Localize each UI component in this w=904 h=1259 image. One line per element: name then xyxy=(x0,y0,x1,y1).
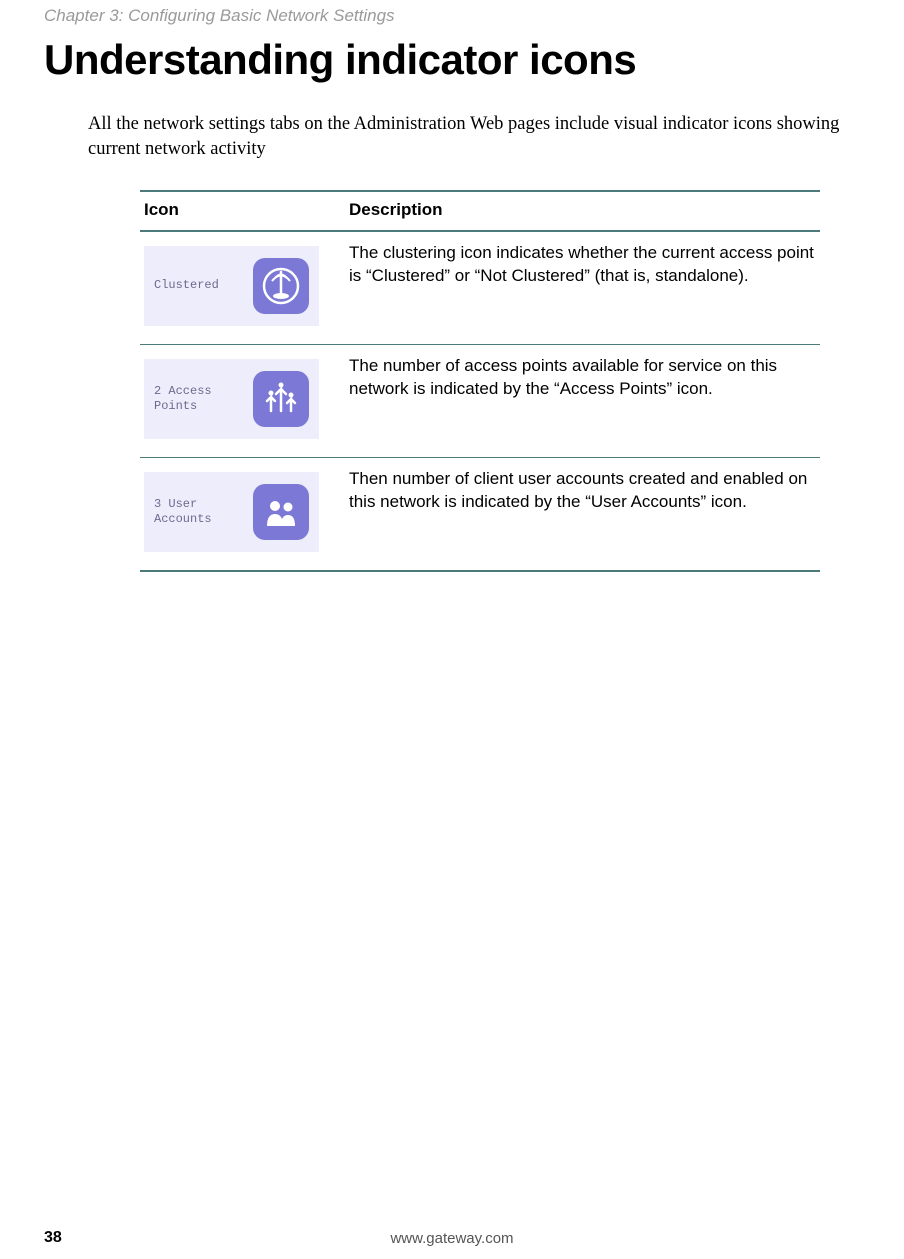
page-footer: 38 www.gateway.com xyxy=(0,1229,904,1247)
icon-cell: 3 User Accounts xyxy=(140,457,345,571)
page-title: Understanding indicator icons xyxy=(44,36,860,84)
page: Chapter 3: Configuring Basic Network Set… xyxy=(0,0,904,1259)
description-cell: Then number of client user accounts crea… xyxy=(345,457,820,571)
icon-description-table: Icon Description Clustered xyxy=(140,190,820,572)
footer-url: www.gateway.com xyxy=(390,1230,513,1247)
access-points-card: 2 Access Points xyxy=(144,359,319,439)
chapter-running-head: Chapter 3: Configuring Basic Network Set… xyxy=(44,0,860,26)
description-cell: The number of access points available fo… xyxy=(345,344,820,457)
icon-label: Clustered xyxy=(154,278,243,293)
clustered-card: Clustered xyxy=(144,246,319,326)
col-header-icon: Icon xyxy=(140,191,345,231)
col-header-description: Description xyxy=(345,191,820,231)
icon-cell: Clustered xyxy=(140,231,345,345)
description-cell: The clustering icon indicates whether th… xyxy=(345,231,820,345)
table-header-row: Icon Description xyxy=(140,191,820,231)
user-accounts-card: 3 User Accounts xyxy=(144,472,319,552)
table-row: Clustered The clustering icon i xyxy=(140,231,820,345)
icon-label: 2 Access Points xyxy=(154,384,243,414)
user-accounts-icon xyxy=(253,484,309,540)
access-points-icon xyxy=(253,371,309,427)
page-number: 38 xyxy=(44,1229,62,1247)
icon-label: 3 User Accounts xyxy=(154,497,243,527)
intro-paragraph: All the network settings tabs on the Adm… xyxy=(88,112,860,162)
icon-cell: 2 Access Points xyxy=(140,344,345,457)
clustered-icon xyxy=(253,258,309,314)
table-row: 3 User Accounts xyxy=(140,457,820,571)
table-row: 2 Access Points xyxy=(140,344,820,457)
